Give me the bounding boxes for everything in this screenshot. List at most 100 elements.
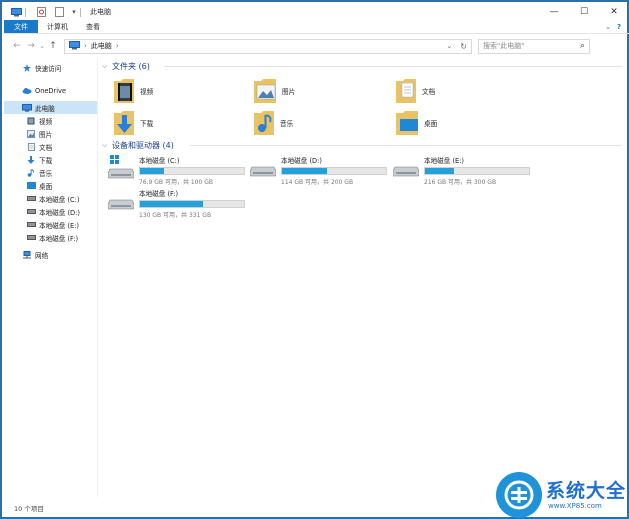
folder-videos[interactable]: 视频: [114, 77, 153, 105]
nav-item-documents[interactable]: 文档: [4, 140, 97, 153]
folder-pictures[interactable]: 图片: [254, 77, 295, 105]
help-icon[interactable]: ?: [617, 23, 621, 31]
nav-item-pictures[interactable]: 图片: [4, 127, 97, 140]
chevron-down-icon: ⌵: [102, 61, 108, 70]
capacity-fill: [425, 168, 455, 174]
drive-d[interactable]: 本地磁盘 (D:) 114 GB 可用，共 200 GB: [249, 155, 387, 186]
watermark-logo-icon: [496, 472, 542, 518]
ribbon-tabs: 文件 计算机 查看 ⌄ ?: [4, 20, 629, 34]
address-bar[interactable]: › 此电脑 › ⌄ ↻: [64, 38, 472, 54]
nav-label: 本地磁盘 (E:): [39, 221, 80, 230]
drive-icon: [249, 155, 277, 181]
drive-e[interactable]: 本地磁盘 (E:) 216 GB 可用，共 300 GB: [392, 155, 530, 186]
drive-free-space: 130 GB 可用，共 331 GB: [139, 212, 212, 219]
nav-item-desktop[interactable]: 桌面: [4, 179, 97, 192]
folder-music[interactable]: 音乐: [254, 109, 293, 137]
close-button[interactable]: ✕: [599, 4, 629, 20]
nav-label: 文档: [39, 143, 53, 152]
window-controls: — ☐ ✕: [539, 4, 629, 20]
nav-item-drive-e[interactable]: 本地磁盘 (E:): [4, 218, 97, 231]
drive-c[interactable]: 本地磁盘 (C:) 76.9 GB 可用，共 100 GB: [107, 155, 245, 186]
nav-item-drive-c[interactable]: 本地磁盘 (C:): [4, 192, 97, 205]
network-icon: [22, 250, 32, 259]
nav-label: 本地磁盘 (F:): [39, 234, 79, 243]
maximize-button[interactable]: ☐: [569, 4, 599, 20]
tab-computer[interactable]: 计算机: [38, 20, 77, 33]
capacity-fill: [282, 168, 327, 174]
nav-item-this-pc[interactable]: 此电脑: [4, 101, 97, 114]
nav-item-videos[interactable]: 视频: [4, 114, 97, 127]
search-icon[interactable]: ⌕: [580, 41, 585, 51]
minimize-button[interactable]: —: [539, 4, 569, 20]
properties-icon[interactable]: [35, 7, 47, 18]
capacity-bar: [424, 167, 530, 175]
download-folder-icon: [114, 109, 134, 137]
capacity-fill: [140, 201, 204, 207]
nav-item-drive-d[interactable]: 本地磁盘 (D:): [4, 205, 97, 218]
search-placeholder: 搜索"此电脑": [483, 42, 525, 50]
video-folder-icon: [114, 77, 134, 105]
folder-documents[interactable]: 文档: [396, 77, 435, 105]
folder-label: 文档: [422, 88, 436, 96]
forward-button[interactable]: →: [24, 39, 38, 53]
document-folder-icon: [396, 77, 416, 105]
drive-free-space: 216 GB 可用，共 300 GB: [424, 179, 497, 186]
drive-icon: [392, 155, 420, 181]
watermark-text: 系统大全 www.XP85.com: [546, 480, 626, 510]
capacity-bar: [139, 167, 245, 175]
nav-label: 桌面: [39, 182, 53, 191]
group-divider: [190, 145, 622, 146]
watermark-url: www.XP85.com: [548, 502, 602, 510]
folder-label: 音乐: [280, 120, 294, 128]
address-dropdown-icon[interactable]: ⌄: [446, 42, 452, 50]
recent-locations-button[interactable]: ⌄: [38, 39, 46, 53]
drive-name: 本地磁盘 (D:): [281, 157, 322, 165]
tab-view[interactable]: 查看: [77, 20, 109, 33]
nav-label: 本地磁盘 (D:): [39, 208, 80, 217]
nav-item-drive-f[interactable]: 本地磁盘 (F:): [4, 231, 97, 244]
nav-label: 视频: [39, 117, 53, 126]
picture-icon: [26, 129, 36, 138]
picture-folder-icon: [254, 77, 276, 105]
tab-file[interactable]: 文件: [4, 20, 38, 33]
nav-label: 下载: [39, 156, 53, 165]
breadcrumb-this-pc[interactable]: 此电脑: [91, 41, 112, 51]
folder-label: 桌面: [424, 120, 438, 128]
address-controls: ⌄ ↻: [446, 42, 471, 51]
breadcrumb-separator[interactable]: ›: [116, 42, 119, 50]
star-icon: [22, 63, 32, 72]
back-button[interactable]: ←: [10, 39, 24, 53]
ribbon-controls: ⌄ ?: [605, 20, 629, 33]
drive-icon: [26, 195, 36, 203]
nav-item-onedrive[interactable]: OneDrive: [4, 84, 97, 97]
capacity-fill: [140, 168, 165, 174]
music-folder-icon: [254, 109, 274, 137]
expand-ribbon-icon[interactable]: ⌄: [605, 23, 611, 31]
up-button[interactable]: ↑: [46, 39, 60, 53]
separator: [80, 7, 81, 17]
nav-item-downloads[interactable]: 下载: [4, 153, 97, 166]
search-input[interactable]: 搜索"此电脑" ⌕: [478, 38, 590, 54]
folder-desktop[interactable]: 桌面: [396, 109, 437, 137]
drives-group-header[interactable]: ⌵ 设备和驱动器 (4): [102, 138, 622, 152]
capacity-bar: [281, 167, 387, 175]
drive-name: 本地磁盘 (C:): [139, 157, 180, 165]
nav-label: 网络: [35, 251, 49, 260]
drive-f[interactable]: 本地磁盘 (F:) 130 GB 可用，共 331 GB: [107, 188, 245, 219]
explorer-window: ▾ 此电脑 — ☐ ✕ 文件 计算机 查看 ⌄ ? ← → ⌄ ↑ › 此电脑 …: [0, 0, 629, 519]
desktop-folder-icon: [396, 109, 418, 137]
nav-item-network[interactable]: 网络: [4, 248, 97, 261]
new-folder-icon[interactable]: [53, 7, 65, 18]
refresh-icon[interactable]: ↻: [460, 42, 467, 51]
cloud-icon: [22, 87, 32, 95]
watermark-main: 系统大全: [546, 480, 627, 502]
group-title: 文件夹 (6): [112, 61, 150, 71]
folder-downloads[interactable]: 下载: [114, 109, 153, 137]
nav-item-quick-access[interactable]: 快速访问: [4, 61, 97, 74]
nav-item-music[interactable]: 音乐: [4, 166, 97, 179]
video-icon: [26, 117, 36, 125]
drive-icon: [26, 208, 36, 216]
watermark: 系统大全 www.XP85.com: [496, 472, 626, 518]
quick-access-dropdown-icon[interactable]: ▾: [71, 7, 77, 18]
folders-group-header[interactable]: ⌵ 文件夹 (6): [102, 59, 622, 73]
